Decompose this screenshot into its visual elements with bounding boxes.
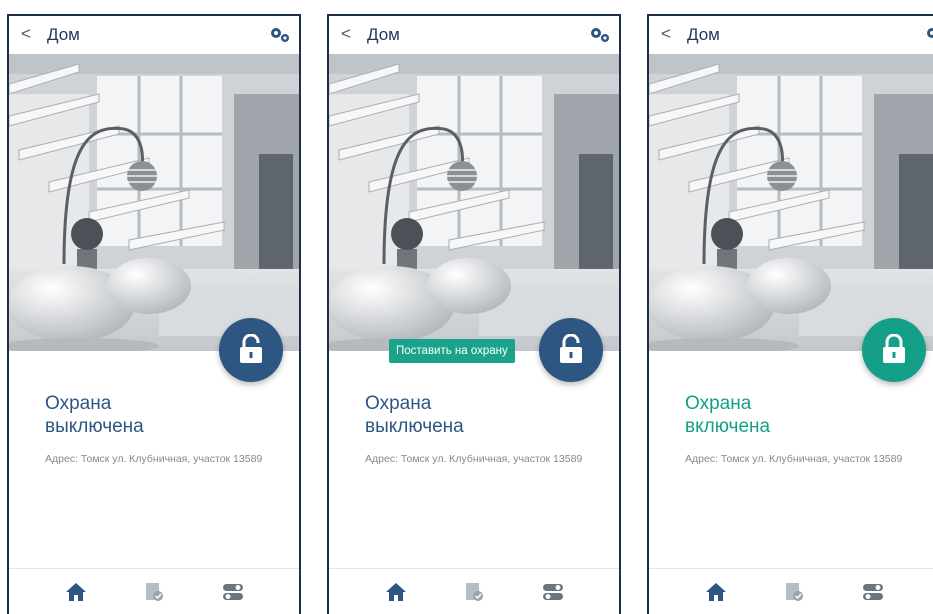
gears-icon[interactable] bbox=[589, 26, 611, 44]
disarm-button[interactable] bbox=[862, 318, 926, 382]
app-header: < Дом bbox=[329, 16, 619, 54]
lock-open-icon bbox=[240, 334, 262, 363]
back-button[interactable]: < bbox=[661, 24, 671, 44]
home-icon[interactable] bbox=[65, 582, 87, 602]
checklist-icon[interactable] bbox=[463, 582, 485, 602]
toggles-icon[interactable] bbox=[862, 582, 884, 602]
lock-open-icon bbox=[560, 334, 582, 363]
security-status: Охрана включена bbox=[685, 392, 770, 438]
toggles-icon[interactable] bbox=[542, 582, 564, 602]
security-status: Охрана выключена bbox=[365, 392, 464, 438]
home-icon[interactable] bbox=[705, 582, 727, 602]
bottom-nav bbox=[649, 568, 933, 614]
status-line-2: выключена bbox=[365, 416, 464, 437]
back-button[interactable]: < bbox=[341, 24, 351, 44]
status-line-2: выключена bbox=[45, 416, 144, 437]
bottom-nav bbox=[9, 568, 299, 614]
status-line-2: включена bbox=[685, 416, 771, 437]
app-header: < Дом bbox=[649, 16, 933, 54]
back-button[interactable]: < bbox=[21, 24, 31, 44]
status-line-1: Охрана bbox=[365, 393, 432, 414]
home-icon[interactable] bbox=[385, 582, 407, 602]
phone-screen-arm-tooltip: < Дом Поставить на охрану Охрана выключе… bbox=[327, 14, 621, 614]
address-text: Адрес: Томск ул. Клубничная, участок 135… bbox=[365, 453, 583, 465]
arm-button[interactable] bbox=[539, 318, 603, 382]
arm-button[interactable] bbox=[219, 318, 283, 382]
bottom-nav bbox=[329, 568, 619, 614]
address-text: Адрес: Томск ул. Клубничная, участок 135… bbox=[685, 453, 903, 465]
status-line-1: Охрана bbox=[685, 393, 752, 414]
gears-icon[interactable] bbox=[925, 26, 933, 44]
checklist-icon[interactable] bbox=[143, 582, 165, 602]
checklist-icon[interactable] bbox=[783, 582, 805, 602]
phone-screen-armed: < Дом Охрана включена Адрес: Томск ул. К… bbox=[647, 14, 933, 614]
address-text: Адрес: Томск ул. Клубничная, участок 135… bbox=[45, 453, 263, 465]
gears-icon[interactable] bbox=[269, 26, 291, 44]
room-photo bbox=[649, 54, 933, 351]
page-title: Дом bbox=[367, 25, 400, 44]
room-photo bbox=[9, 54, 299, 351]
phone-screen-disarmed: < Дом Охрана выключена Адрес: Томск ул. … bbox=[7, 14, 301, 614]
security-status: Охрана выключена bbox=[45, 392, 144, 438]
app-header: < Дом bbox=[9, 16, 299, 54]
lock-closed-icon bbox=[883, 334, 905, 363]
room-photo bbox=[329, 54, 619, 351]
toggles-icon[interactable] bbox=[222, 582, 244, 602]
status-line-1: Охрана bbox=[45, 393, 112, 414]
page-title: Дом bbox=[47, 25, 80, 44]
arm-tooltip: Поставить на охрану bbox=[389, 339, 515, 363]
page-title: Дом bbox=[687, 25, 720, 44]
